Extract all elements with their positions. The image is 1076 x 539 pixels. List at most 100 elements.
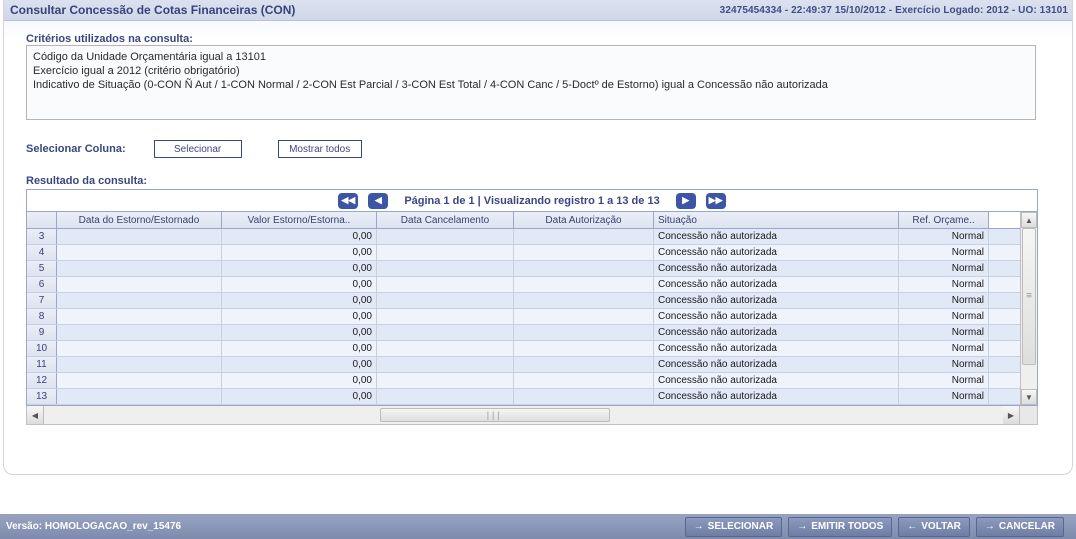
table-row[interactable]: 90,00Concessão não autorizadaNormal: [27, 325, 1020, 341]
voltar-label: VOLTAR: [921, 521, 961, 532]
table-row[interactable]: 60,00Concessão não autorizadaNormal: [27, 277, 1020, 293]
cell-data-cancelamento: [377, 357, 514, 372]
scroll-thumb[interactable]: [1022, 228, 1036, 365]
last-page-button[interactable]: ▶▶: [706, 193, 726, 209]
cell-situacao: Concessão não autorizada: [654, 325, 899, 340]
cell-situacao: Concessão não autorizada: [654, 245, 899, 260]
vertical-scrollbar[interactable]: ▲ ▼: [1020, 212, 1037, 405]
cell-data-autorizacao: [514, 389, 654, 404]
hscroll-track[interactable]: |||: [44, 406, 1003, 424]
criteria-line: Exercício igual a 2012 (critério obrigat…: [33, 64, 1029, 78]
cell-data-cancelamento: [377, 293, 514, 308]
cell-valor-estorno: 0,00: [222, 309, 377, 324]
scroll-up-button[interactable]: ▲: [1021, 212, 1037, 228]
col-data-cancelamento[interactable]: Data Cancelamento: [377, 212, 514, 228]
row-number: 3: [27, 229, 57, 244]
cell-data-autorizacao: [514, 293, 654, 308]
horizontal-scrollbar[interactable]: ◀ ||| ▶: [26, 406, 1038, 425]
version-label: Versão: HOMOLOGACAO_rev_15476: [6, 521, 181, 532]
cell-valor-estorno: 0,00: [222, 293, 377, 308]
arrow-right-icon: →: [694, 521, 704, 532]
cell-valor-estorno: 0,00: [222, 373, 377, 388]
cell-situacao: Concessão não autorizada: [654, 373, 899, 388]
cell-data-cancelamento: [377, 229, 514, 244]
cell-data-estorno: [57, 245, 222, 260]
table-row[interactable]: 40,00Concessão não autorizadaNormal: [27, 245, 1020, 261]
selecionar-button[interactable]: → SELECIONAR: [685, 517, 783, 537]
voltar-button[interactable]: ← VOLTAR: [898, 517, 970, 537]
pager: ◀◀ ◀ Página 1 de 1 | Visualizando regist…: [27, 190, 1037, 212]
scroll-right-button[interactable]: ▶: [1003, 406, 1020, 424]
cell-data-cancelamento: [377, 245, 514, 260]
cancelar-button[interactable]: →CANCELAR: [976, 517, 1064, 537]
cell-ref-orcamentaria: Normal: [899, 229, 989, 244]
row-number: 11: [27, 357, 57, 372]
cell-data-estorno: [57, 229, 222, 244]
grid-header-row: Data do Estorno/Estornado Valor Estorno/…: [27, 212, 1020, 229]
header-session-info: 32475454334 - 22:49:37 15/10/2012 - Exer…: [720, 5, 1068, 16]
cell-valor-estorno: 0,00: [222, 277, 377, 292]
table-row[interactable]: 13 0,00 Concessão não autorizadaNormal: [27, 389, 1020, 405]
scroll-down-button[interactable]: ▼: [1021, 389, 1037, 405]
scroll-track[interactable]: [1021, 228, 1037, 389]
cell-data-estorno: [57, 277, 222, 292]
cell-data-autorizacao: [514, 309, 654, 324]
cell-situacao: Concessão não autorizada: [654, 277, 899, 292]
cell-ref-orcamentaria: Normal: [899, 373, 989, 388]
row-number: 12: [27, 373, 57, 388]
cell-data-autorizacao: [514, 373, 654, 388]
cell-data-autorizacao: [514, 277, 654, 292]
prev-page-button[interactable]: ◀: [368, 193, 388, 209]
show-all-button[interactable]: Mostrar todos: [278, 140, 362, 158]
cell-data-autorizacao: [514, 261, 654, 276]
table-row[interactable]: 50,00Concessão não autorizadaNormal: [27, 261, 1020, 277]
cell-data-autorizacao: [514, 325, 654, 340]
cell-ref-orcamentaria: Normal: [899, 277, 989, 292]
cell-valor-estorno: 0,00: [222, 261, 377, 276]
arrow-left-icon: ←: [907, 521, 917, 532]
scroll-left-button[interactable]: ◀: [27, 406, 44, 424]
row-number: 13: [27, 389, 57, 404]
cell-data-estorno: [57, 261, 222, 276]
table-row[interactable]: 12 0,00 Concessão não autorizadaNormal: [27, 373, 1020, 389]
criteria-line: Código da Unidade Orçamentária igual a 1…: [33, 50, 1029, 64]
cell-data-cancelamento: [377, 389, 514, 404]
cell-situacao: Concessão não autorizada: [654, 261, 899, 276]
col-data-estorno[interactable]: Data do Estorno/Estornado: [57, 212, 222, 228]
hscroll-thumb[interactable]: |||: [380, 408, 610, 422]
cell-data-autorizacao: [514, 229, 654, 244]
table-row[interactable]: 110,00Concessão não autorizadaNormal: [27, 357, 1020, 373]
table-row[interactable]: 80,00Concessão não autorizadaNormal: [27, 309, 1020, 325]
emitir-todos-button[interactable]: →EMITIR TODOS: [788, 517, 892, 537]
selecionar-label: SELECIONAR: [708, 521, 774, 532]
result-label: Resultado da consulta:: [26, 175, 1050, 187]
cell-situacao: Concessão não autorizada: [654, 389, 899, 404]
row-number: 5: [27, 261, 57, 276]
col-situacao[interactable]: Situação: [654, 212, 899, 228]
cell-situacao: Concessão não autorizada: [654, 309, 899, 324]
cell-situacao: Concessão não autorizada: [654, 341, 899, 356]
col-ref-orcamentaria[interactable]: Ref. Orçame..: [899, 212, 989, 228]
cell-data-cancelamento: [377, 325, 514, 340]
row-number: 10: [27, 341, 57, 356]
cell-data-estorno: [57, 357, 222, 372]
cell-ref-orcamentaria: Normal: [899, 389, 989, 404]
table-row[interactable]: 100,00Concessão não autorizadaNormal: [27, 341, 1020, 357]
table-row[interactable]: 30,00Concessão não autorizadaNormal: [27, 229, 1020, 245]
first-page-button[interactable]: ◀◀: [338, 193, 358, 209]
cell-data-cancelamento: [377, 277, 514, 292]
cell-data-estorno: [57, 309, 222, 324]
criteria-label: Critérios utilizados na consulta:: [26, 33, 1050, 45]
cell-situacao: Concessão não autorizada: [654, 229, 899, 244]
table-row[interactable]: 70,00Concessão não autorizadaNormal: [27, 293, 1020, 309]
cell-valor-estorno: 0,00: [222, 341, 377, 356]
cell-valor-estorno: 0,00: [222, 389, 377, 404]
col-data-autorizacao[interactable]: Data Autorização: [514, 212, 654, 228]
select-column-button[interactable]: Selecionar: [154, 140, 242, 158]
cell-data-estorno: [57, 293, 222, 308]
col-valor-estorno[interactable]: Valor Estorno/Estorna..: [222, 212, 377, 228]
arrow-right-icon: →: [985, 521, 995, 532]
cell-data-cancelamento: [377, 261, 514, 276]
next-page-button[interactable]: ▶: [676, 193, 696, 209]
rownum-header: [27, 212, 57, 228]
